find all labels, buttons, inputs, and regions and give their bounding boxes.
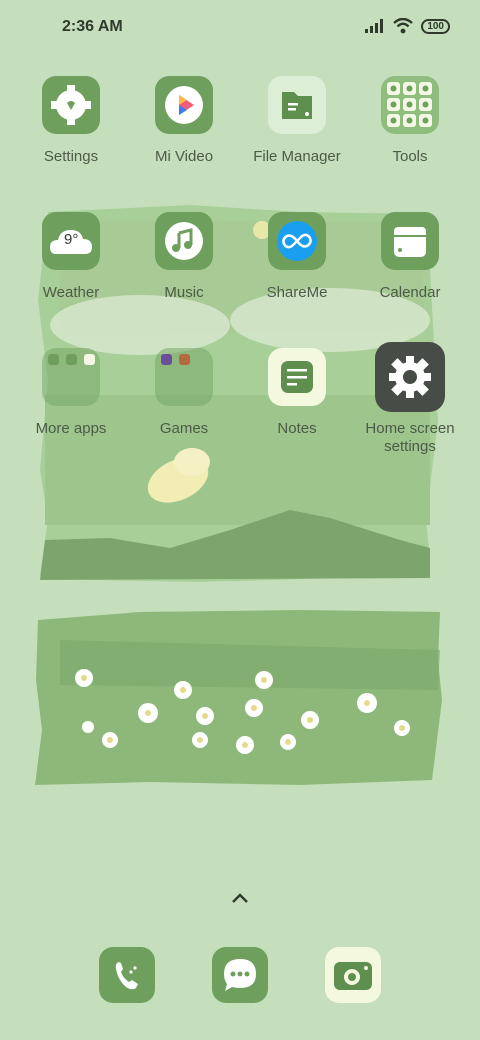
messages-icon bbox=[224, 959, 256, 991]
app-notes[interactable]: Notes bbox=[241, 348, 353, 438]
folder-tools[interactable]: Tools bbox=[354, 76, 466, 166]
signal-icon bbox=[365, 19, 384, 33]
weather-temperature: 9° bbox=[64, 231, 79, 248]
dock-messages[interactable] bbox=[212, 947, 268, 1003]
app-mi-video[interactable]: Mi Video bbox=[128, 76, 240, 166]
dock-camera[interactable] bbox=[325, 947, 381, 1003]
folder-games[interactable]: Games bbox=[128, 348, 240, 438]
clock: 2:36 AM bbox=[62, 18, 123, 35]
music-icon bbox=[155, 212, 213, 270]
app-label: ShareMe bbox=[266, 284, 328, 301]
app-home-screen-settings[interactable]: Home screen settings bbox=[354, 342, 466, 456]
app-label: Calendar bbox=[379, 284, 441, 301]
chevron-up-icon[interactable] bbox=[228, 890, 252, 908]
status-icons: 100 bbox=[365, 18, 450, 34]
app-weather[interactable]: 9° Weather bbox=[15, 212, 127, 302]
gear-icon bbox=[375, 342, 445, 412]
app-file-manager[interactable]: File Manager bbox=[241, 76, 353, 166]
app-label: Settings bbox=[43, 148, 99, 165]
more-apps-folder-icon bbox=[42, 348, 100, 406]
app-label: File Manager bbox=[253, 148, 341, 165]
phone-icon bbox=[115, 962, 138, 990]
app-label: Music bbox=[164, 284, 204, 301]
app-label: Mi Video bbox=[154, 148, 214, 165]
battery-icon: 100 bbox=[421, 18, 450, 34]
tools-folder-icon bbox=[381, 76, 439, 134]
settings-icon bbox=[42, 76, 100, 134]
app-label: Weather bbox=[42, 284, 100, 301]
app-label: More apps bbox=[35, 420, 107, 437]
app-label: Games bbox=[159, 420, 209, 437]
mi-video-icon bbox=[155, 76, 213, 134]
folder-icon bbox=[268, 76, 326, 134]
camera-icon bbox=[334, 962, 372, 990]
app-label: Home screen settings bbox=[365, 420, 455, 455]
app-label: Tools bbox=[392, 148, 428, 165]
games-folder-icon bbox=[155, 348, 213, 406]
wifi-icon bbox=[393, 18, 414, 34]
notes-icon bbox=[268, 348, 326, 406]
app-label: Notes bbox=[277, 420, 317, 437]
app-music[interactable]: Music bbox=[128, 212, 240, 302]
app-calendar[interactable]: Calendar bbox=[354, 212, 466, 302]
calendar-icon bbox=[381, 212, 439, 270]
folder-more-apps[interactable]: More apps bbox=[15, 348, 127, 438]
weather-icon: 9° bbox=[42, 212, 100, 270]
shareme-icon bbox=[268, 212, 326, 270]
status-bar: 2:36 AM 100 bbox=[0, 0, 480, 56]
app-shareme[interactable]: ShareMe bbox=[241, 212, 353, 302]
dock-phone[interactable] bbox=[99, 947, 155, 1003]
app-settings[interactable]: Settings bbox=[15, 76, 127, 166]
